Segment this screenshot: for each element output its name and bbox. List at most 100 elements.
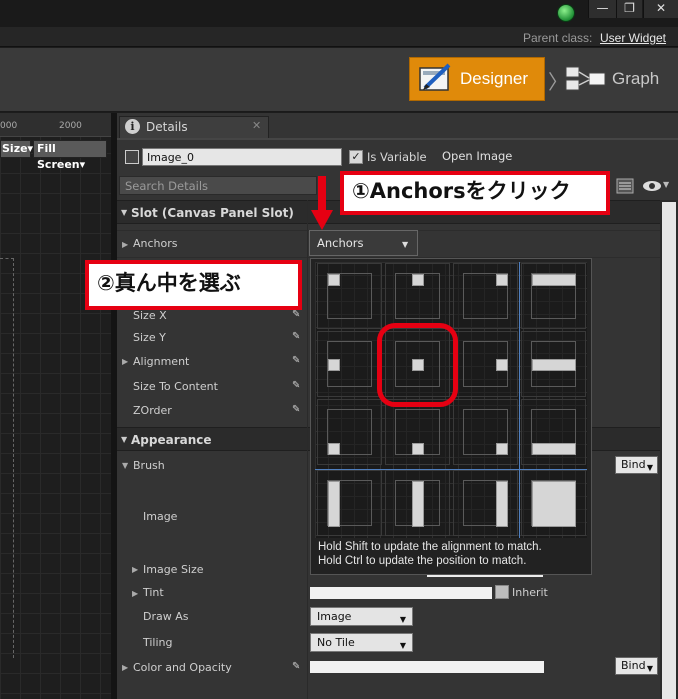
chevron-down-icon: ▼ <box>646 463 653 472</box>
designer-icon <box>419 63 451 91</box>
draw-as-dropdown[interactable]: Image ▼ <box>310 607 413 626</box>
reset-pin-icon[interactable]: ✎ <box>292 355 300 366</box>
ruler-tick-label: 2000 <box>59 121 82 131</box>
anchor-preset-full-stretch[interactable] <box>521 470 586 536</box>
reset-pin-icon[interactable]: ✎ <box>292 380 300 391</box>
tab-details-label: Details <box>146 120 188 134</box>
graph-mode-button[interactable]: Graph <box>612 69 659 89</box>
anchor-preset-center-stretch[interactable] <box>521 331 586 397</box>
anchor-preset-left-vstretch[interactable] <box>317 470 382 536</box>
section-appearance-title: Appearance <box>131 433 212 447</box>
expand-arrow-icon[interactable]: ▶ <box>132 589 138 598</box>
anchor-hint-ctrl: Hold Ctrl to update the position to matc… <box>318 555 527 567</box>
reset-pin-icon[interactable]: ✎ <box>292 331 300 342</box>
anchor-preset-center-vstretch[interactable] <box>385 470 450 536</box>
prop-color-and-opacity-label: Color and Opacity <box>133 661 232 674</box>
is-variable-label: Is Variable <box>367 150 427 164</box>
close-tab-icon[interactable]: ✕ <box>252 119 261 132</box>
tiling-dropdown[interactable]: No Tile ▼ <box>310 633 413 652</box>
widget-bounds-frame <box>0 258 14 658</box>
red-down-arrow-icon <box>311 176 333 230</box>
expand-arrow-icon[interactable]: ▶ <box>132 565 138 574</box>
widget-name-field[interactable]: Image_0 <box>142 148 342 166</box>
tint-color-swatch[interactable] <box>310 587 492 599</box>
prop-brush-label: Brush <box>133 459 165 472</box>
anchor-preset-center-right[interactable] <box>453 331 518 397</box>
open-image-link[interactable]: Open Image <box>442 149 512 163</box>
tab-details[interactable] <box>119 116 269 138</box>
search-details-input[interactable]: Search Details <box>119 176 317 195</box>
prop-alignment-label: Alignment <box>133 355 190 368</box>
anchor-preset-bottom-center[interactable] <box>385 399 450 465</box>
scrollbar-thumb[interactable] <box>662 202 676 699</box>
annotation-step2: ②真ん中を選ぶ <box>85 260 302 310</box>
green-status-orb-icon <box>557 4 575 22</box>
prop-image-label: Image <box>143 510 178 523</box>
prop-zorder-label: ZOrder <box>133 404 172 417</box>
designer-canvas[interactable] <box>0 113 111 699</box>
collapse-arrow-icon: ▼ <box>121 208 128 217</box>
anchor-preset-bottom-left[interactable] <box>317 399 382 465</box>
graph-icon[interactable] <box>565 65 607 93</box>
fill-screen-dropdown[interactable]: Fill Screen▾ <box>33 140 107 171</box>
maximize-button[interactable]: ❐ <box>616 0 642 18</box>
anchor-hint-shift: Hold Shift to update the alignment to ma… <box>318 541 542 553</box>
prop-size-x-label: Size X <box>133 309 167 322</box>
prop-anchors-label: Anchors <box>133 237 178 250</box>
preset-divider-horizontal <box>315 469 587 470</box>
chevron-down-icon: ▼ <box>399 641 406 650</box>
color-and-opacity-swatch[interactable] <box>310 661 544 673</box>
screen-size-dropdown[interactable]: Size▾ <box>0 140 33 158</box>
widget-type-icon <box>125 150 139 164</box>
chevron-down-icon: ▼ <box>646 664 653 673</box>
reset-pin-icon[interactable]: ✎ <box>292 309 300 320</box>
reset-pin-icon[interactable]: ✎ <box>292 404 300 415</box>
expand-arrow-icon[interactable]: ▼ <box>122 461 128 470</box>
is-variable-checkbox[interactable]: ✓ <box>349 150 363 164</box>
tab-underline <box>117 138 678 140</box>
collapse-arrow-icon: ▼ <box>121 435 128 444</box>
visibility-eye-icon[interactable] <box>641 178 663 194</box>
bind-button[interactable]: Bind ▼ <box>615 657 658 675</box>
prop-size-to-content-label: Size To Content <box>133 380 218 393</box>
chevron-down-icon[interactable]: ▼ <box>663 180 669 189</box>
center-preset-highlight <box>377 323 458 407</box>
section-slot-title: Slot (Canvas Panel Slot) <box>131 206 294 220</box>
anchor-preset-bottom-right[interactable] <box>453 399 518 465</box>
preset-divider-vertical <box>519 262 520 538</box>
close-window-button[interactable]: ✕ <box>643 0 678 18</box>
bind-button[interactable]: Bind ▼ <box>615 456 658 474</box>
tiling-value: No Tile <box>317 636 355 649</box>
inherit-checkbox[interactable] <box>495 585 509 599</box>
designer-mode-label: Designer <box>460 69 529 88</box>
prop-draw-as-label: Draw As <box>143 610 189 623</box>
anchor-preset-top-left[interactable] <box>317 263 382 329</box>
column-divider <box>307 200 308 699</box>
prop-image-size-label: Image Size <box>143 563 204 576</box>
chevron-down-icon: ▼ <box>399 615 406 624</box>
anchor-preset-right-vstretch[interactable] <box>453 470 518 536</box>
reset-pin-icon[interactable]: ✎ <box>292 661 300 672</box>
anchor-preset-bottom-stretch[interactable] <box>521 399 586 465</box>
minimize-button[interactable]: — <box>588 0 616 18</box>
prop-size-y-label: Size Y <box>133 331 166 344</box>
anchor-preset-center-left[interactable] <box>317 331 382 397</box>
expand-arrow-icon[interactable]: ▶ <box>122 663 128 672</box>
view-options-icon[interactable] <box>616 178 634 194</box>
inherit-label: Inherit <box>512 586 548 599</box>
parent-class-link[interactable]: User Widget <box>600 31 666 45</box>
expand-arrow-icon[interactable]: ▶ <box>122 357 128 366</box>
bind-button-label: Bind <box>621 458 646 471</box>
anchor-preset-top-center[interactable] <box>385 263 450 329</box>
info-icon: i <box>125 119 140 134</box>
chevron-down-icon: ▼ <box>402 240 409 249</box>
prop-tint-label: Tint <box>143 586 164 599</box>
expand-arrow-icon[interactable]: ▶ <box>122 240 128 249</box>
anchor-preset-top-right[interactable] <box>453 263 518 329</box>
prop-tiling-label: Tiling <box>143 636 173 649</box>
ruler-tick-label: 000 <box>0 121 18 131</box>
draw-as-value: Image <box>317 610 352 623</box>
window-titlebar <box>0 0 678 27</box>
anchor-preset-top-stretch[interactable] <box>521 263 586 329</box>
bind-button-label: Bind <box>621 659 646 672</box>
